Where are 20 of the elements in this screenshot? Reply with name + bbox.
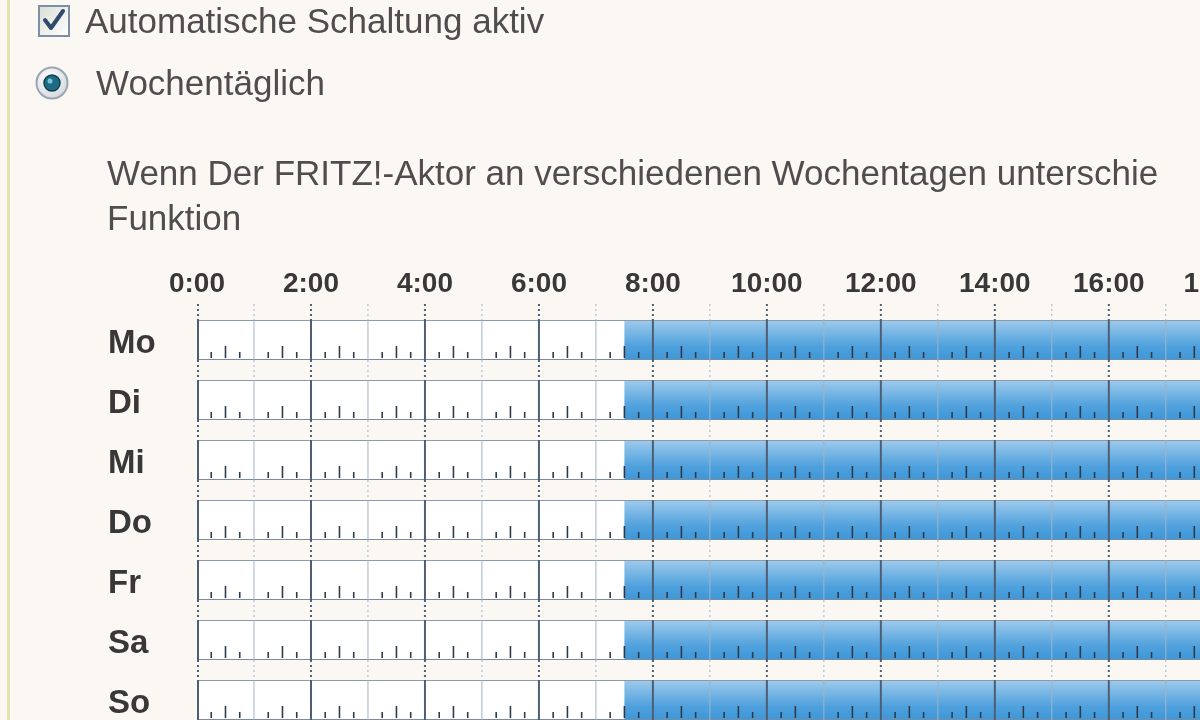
time-label: 8:00	[624, 267, 681, 298]
day-label: Di	[108, 383, 141, 420]
cut-off-label: 1	[1183, 267, 1199, 298]
time-label: 16:00	[1073, 267, 1145, 298]
time-label: 6:00	[510, 267, 567, 298]
radio-label: Wochentäglich	[96, 63, 325, 103]
day-label: Sa	[108, 623, 149, 660]
time-label: 4:00	[396, 267, 453, 298]
day-label: Mo	[108, 323, 156, 360]
time-label: 14:00	[959, 267, 1031, 298]
time-label: 12:00	[845, 267, 917, 298]
day-label: Fr	[108, 563, 141, 600]
day-label: So	[108, 683, 151, 720]
day-label: Do	[108, 503, 152, 540]
day-label: Mi	[108, 443, 145, 480]
time-label: 10:00	[731, 267, 803, 298]
time-label: 0:00	[169, 267, 225, 298]
description-text: Wenn Der FRITZ!-Aktor an verschiedenen Wochentagen unterschie Funktion	[107, 152, 1159, 239]
time-label: 2:00	[282, 267, 339, 298]
checkbox-label: Automatische Schaltung aktiv	[85, 1, 545, 41]
